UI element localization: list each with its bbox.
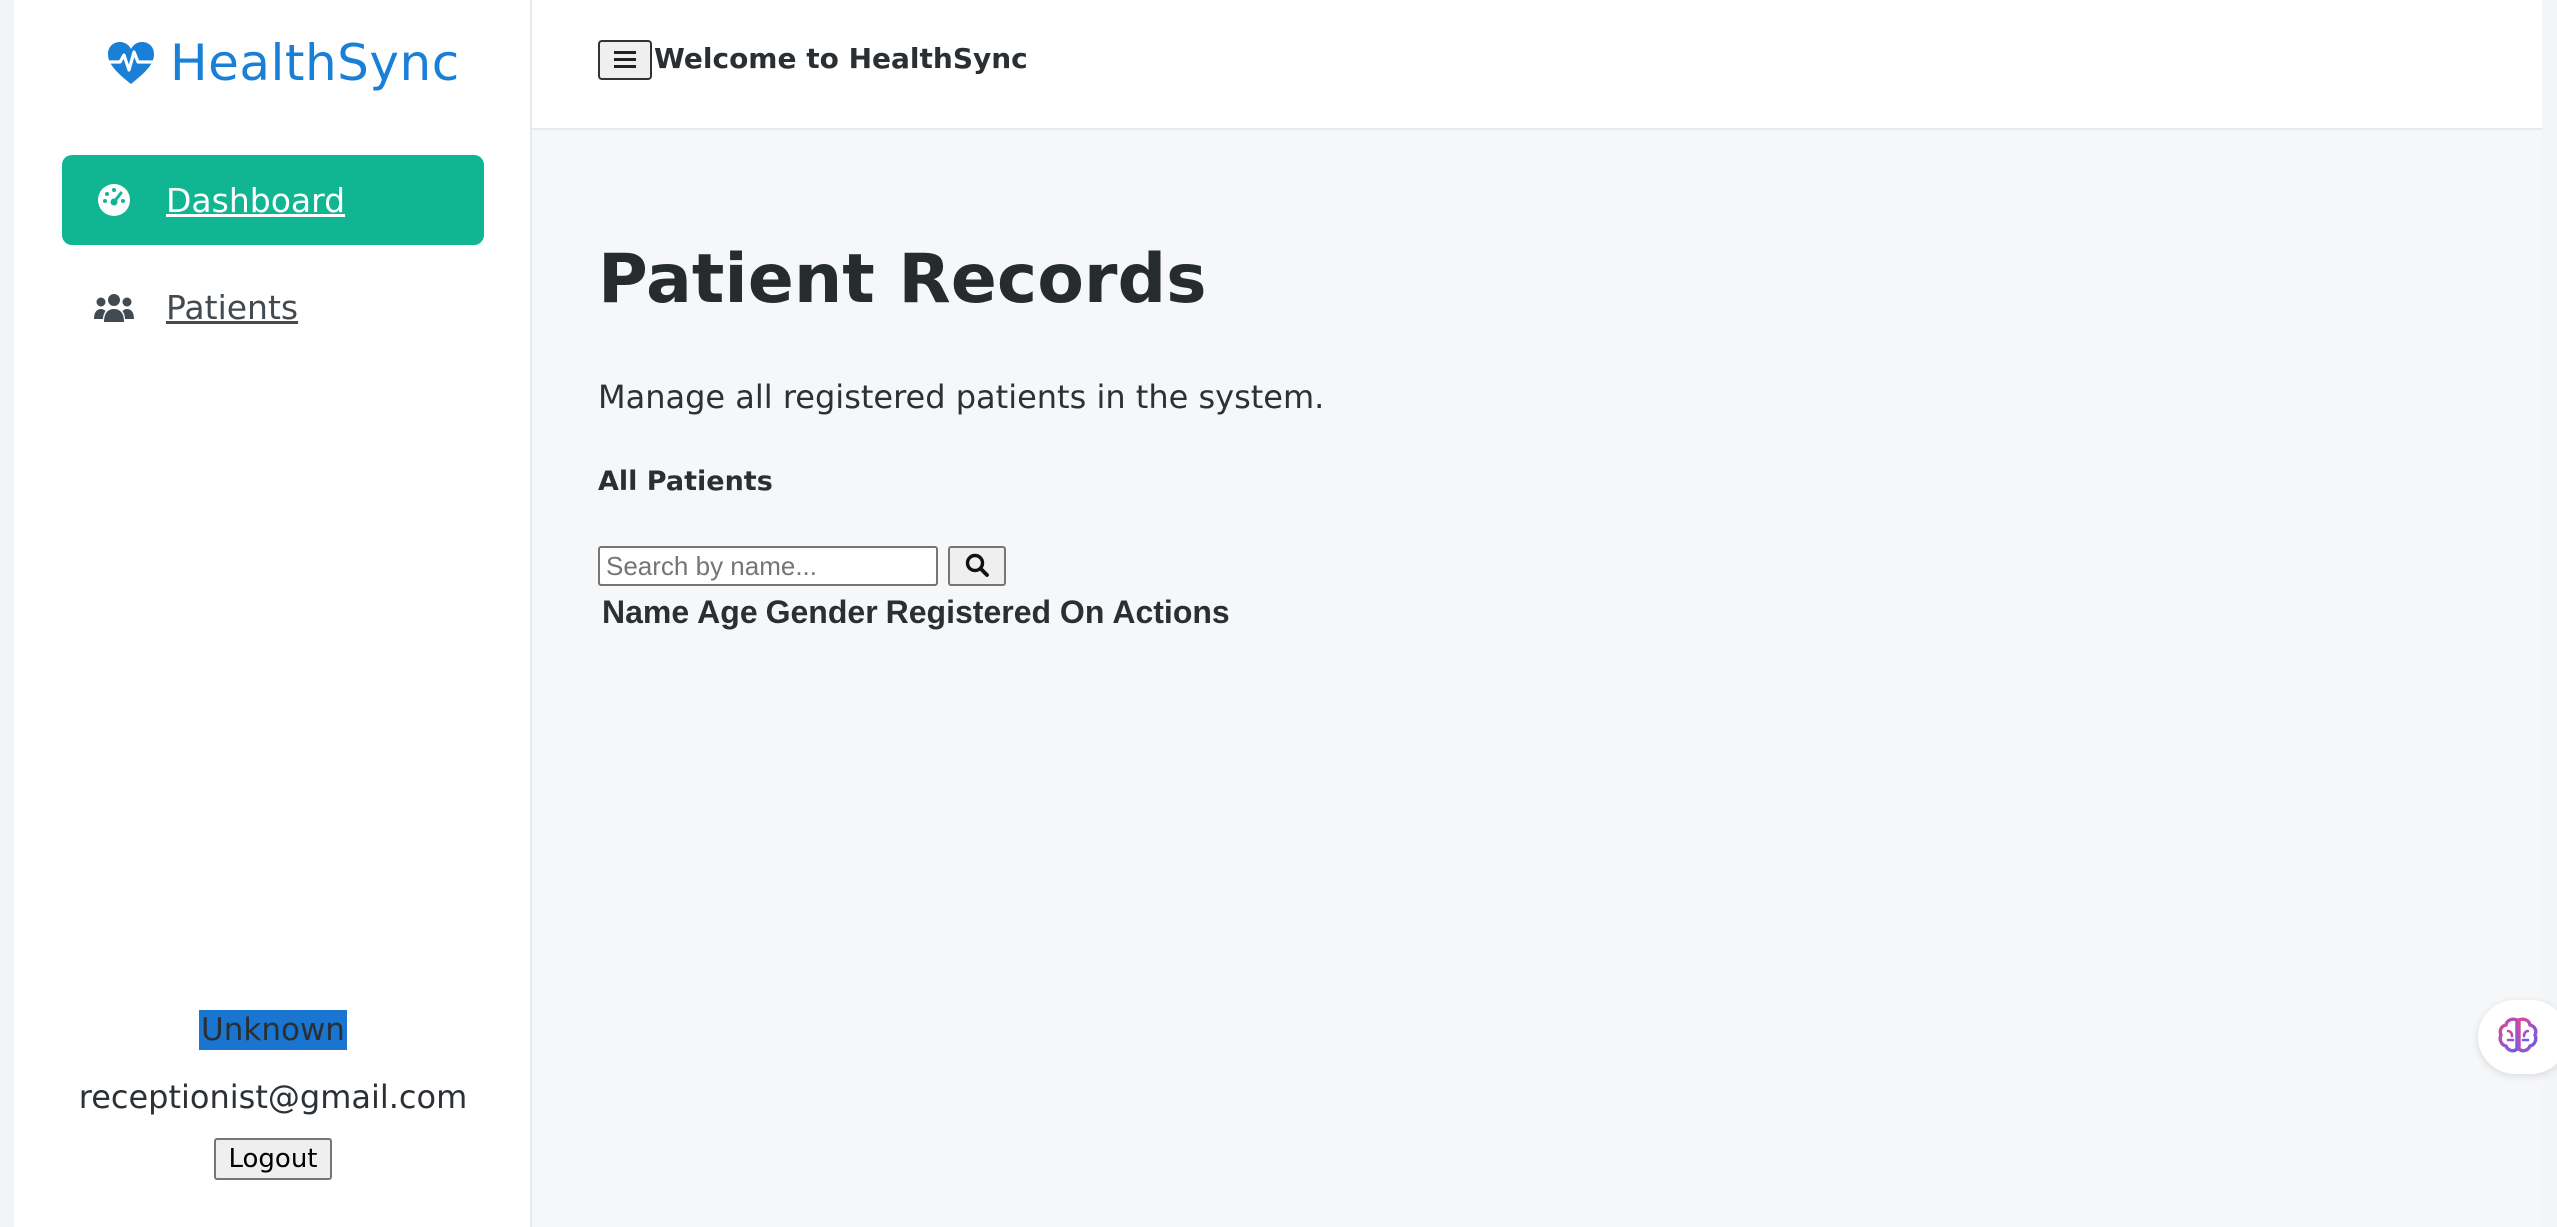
brain-icon (2498, 1017, 2538, 1057)
heart-pulse-icon (106, 40, 156, 86)
column-header-gender: Gender (765, 594, 878, 630)
users-icon (92, 285, 136, 329)
assistant-button[interactable] (2478, 1000, 2557, 1074)
hamburger-icon (612, 48, 638, 73)
dashboard-icon (92, 178, 136, 222)
user-block: Unknown receptionist@gmail.com Logout (14, 1010, 532, 1180)
table-header-row: Name Age Gender Registered On Actions (602, 594, 1230, 631)
page-title: Patient Records (598, 240, 1207, 319)
search-input[interactable] (598, 546, 938, 586)
column-header-age: Age (697, 594, 758, 630)
brand-name: HealthSync (170, 34, 460, 92)
app-window: HealthSync Dashboard Patients Unknown re… (0, 0, 2557, 1227)
section-title: All Patients (598, 466, 773, 497)
welcome-text: Welcome to HealthSync (654, 42, 1028, 75)
sidebar: HealthSync Dashboard Patients Unknown re… (14, 0, 532, 1227)
sidebar-item-dashboard[interactable]: Dashboard (62, 155, 484, 245)
logout-button[interactable]: Logout (214, 1138, 332, 1180)
column-header-registered-on: Registered On (885, 594, 1105, 630)
sidebar-item-patients[interactable]: Patients (62, 262, 484, 352)
menu-toggle-button[interactable] (598, 40, 652, 80)
user-email: receptionist@gmail.com (78, 1078, 468, 1116)
page-subtitle: Manage all registered patients in the sy… (598, 378, 1325, 416)
sidebar-item-label: Dashboard (166, 180, 346, 220)
sidebar-item-label: Patients (166, 287, 299, 327)
column-header-name: Name (602, 594, 690, 630)
topbar: Welcome to HealthSync (532, 0, 2542, 130)
search-icon (964, 552, 990, 581)
main-content: Patient Records Manage all registered pa… (532, 130, 2542, 1227)
column-header-actions: Actions (1112, 594, 1230, 630)
left-gutter (0, 0, 14, 1227)
search-button[interactable] (948, 546, 1006, 586)
brand: HealthSync (106, 28, 460, 98)
user-name: Unknown (199, 1010, 347, 1050)
